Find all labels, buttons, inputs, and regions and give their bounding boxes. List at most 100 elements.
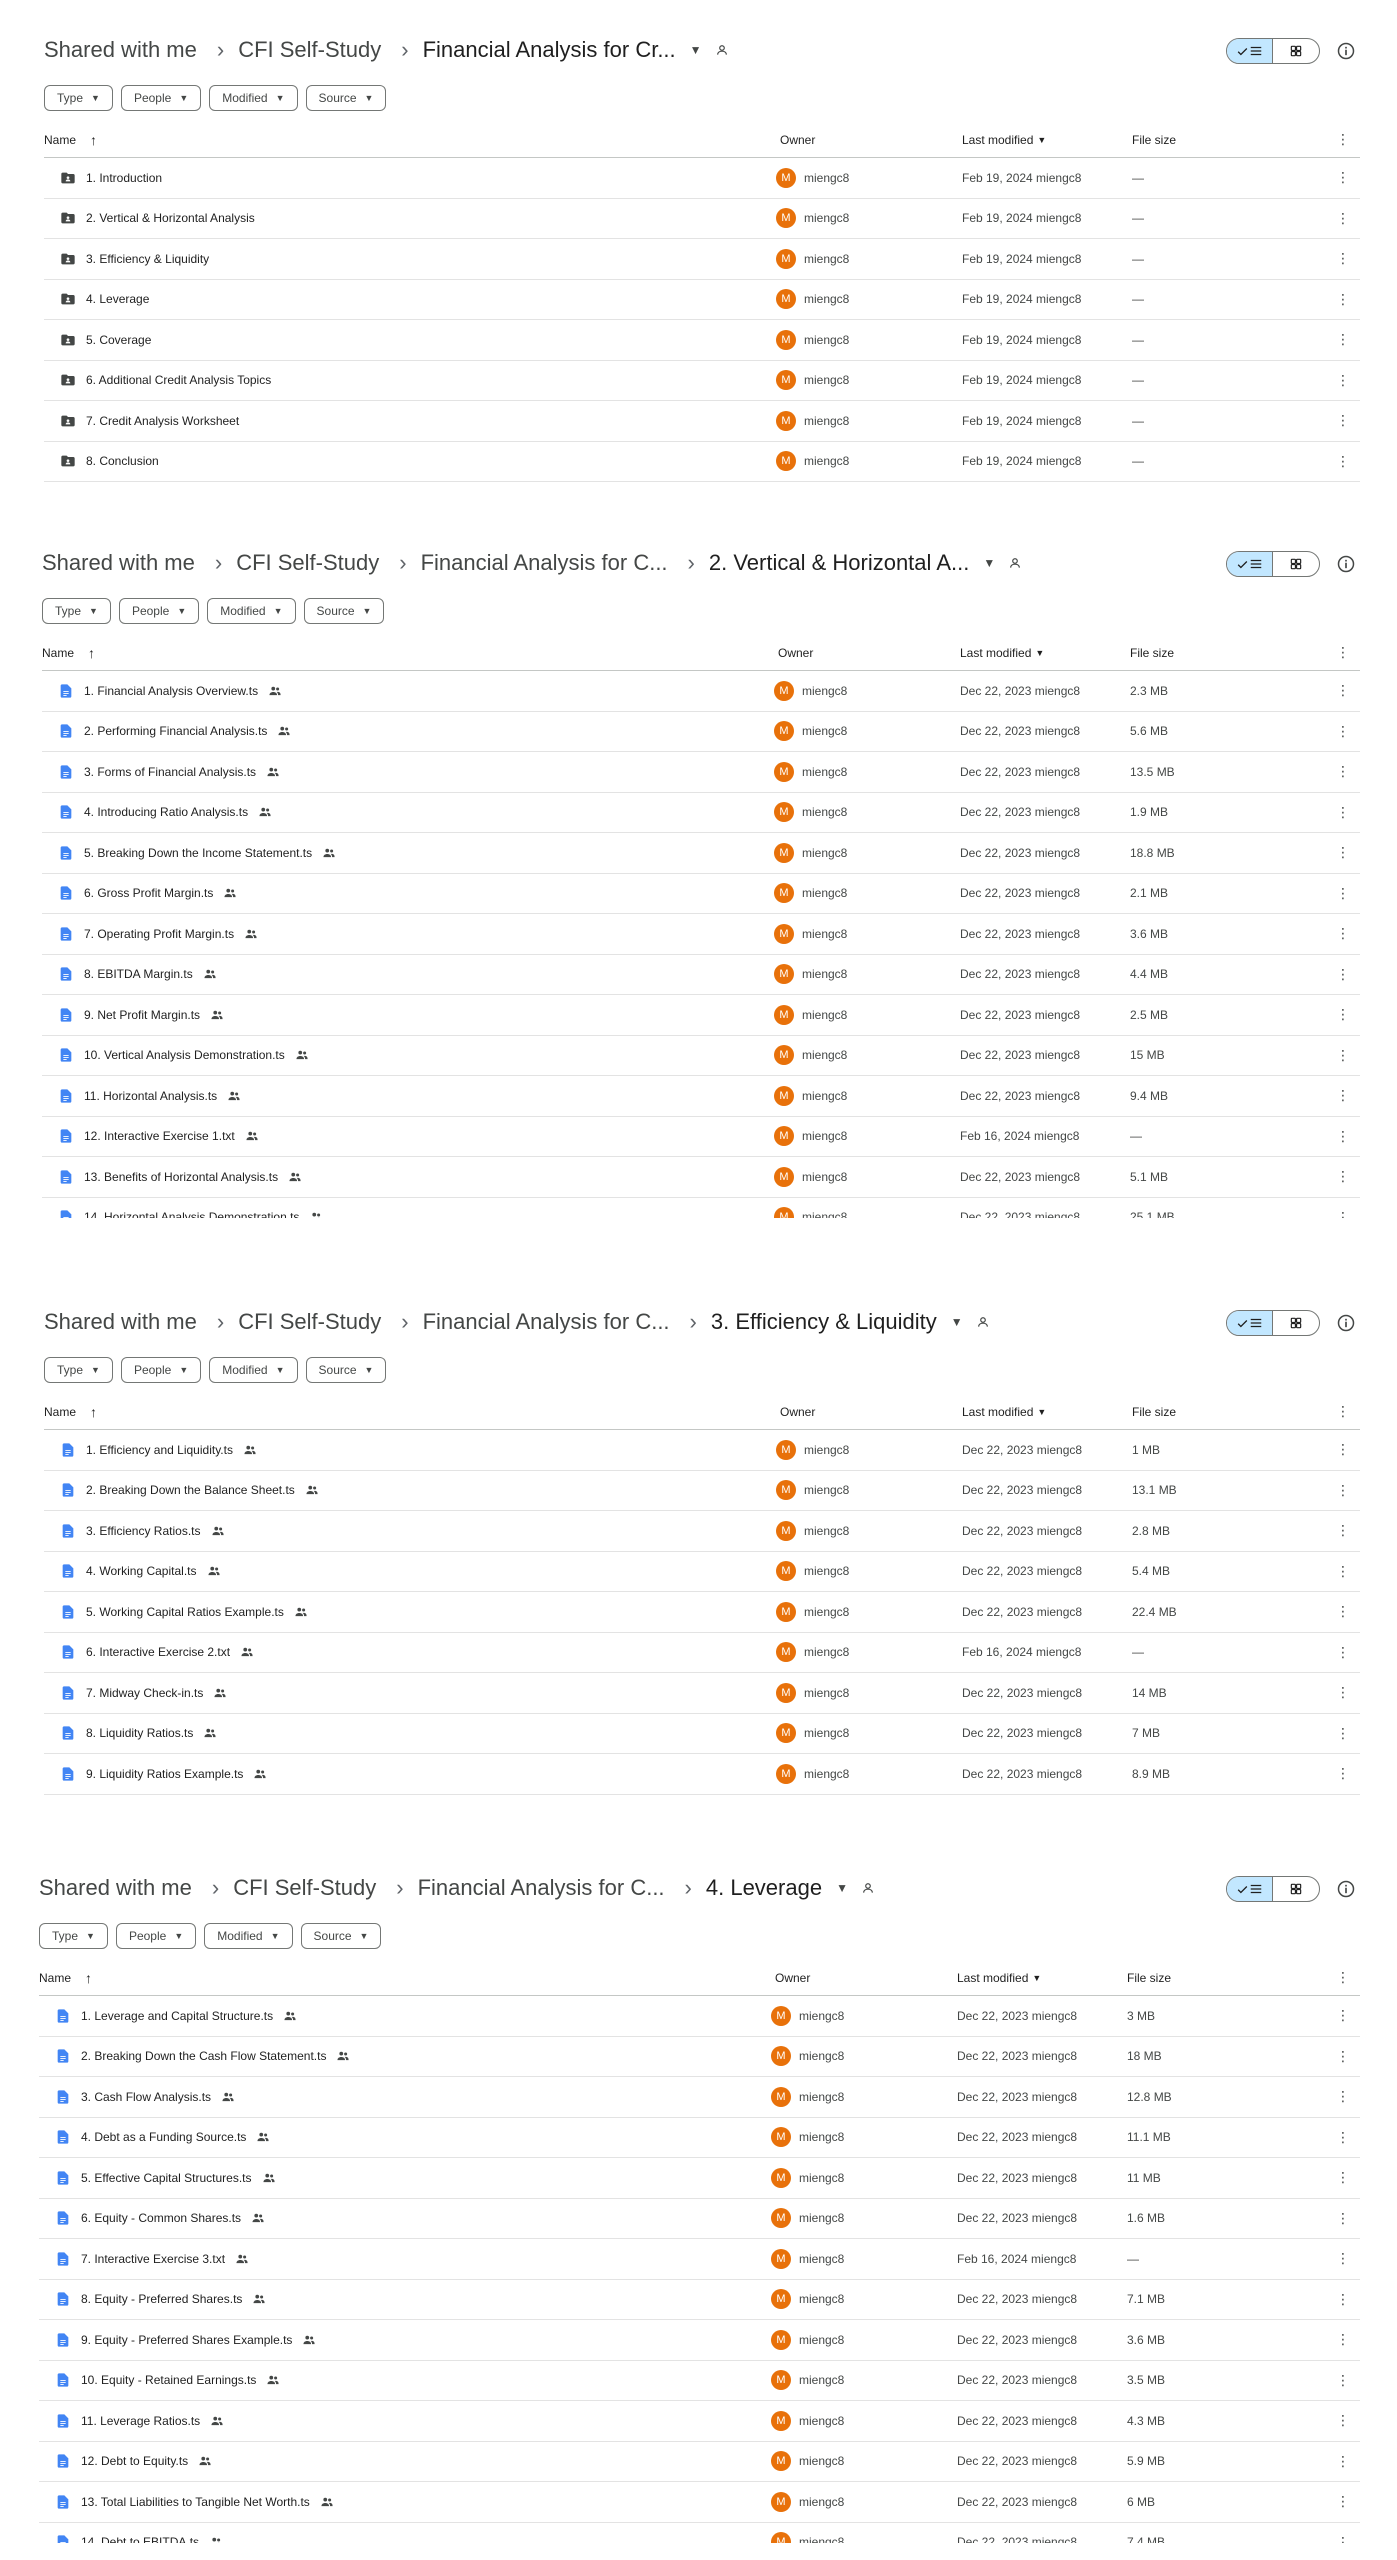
column-name[interactable]: Name ↑: [44, 132, 97, 148]
table-row[interactable]: 2. Breaking Down the Cash Flow Statement…: [39, 2037, 1360, 2077]
filter-chip-modified[interactable]: Modified ▼: [209, 85, 298, 111]
filter-chip-source[interactable]: Source ▼: [300, 1923, 382, 1949]
table-row[interactable]: 5. Breaking Down the Income Statement.ts…: [42, 833, 1360, 874]
more-vert-icon[interactable]: ⋮: [1336, 1128, 1350, 1145]
column-last-modified[interactable]: Last modified ▼: [957, 1971, 1041, 1985]
table-row[interactable]: 8. Liquidity Ratios.ts Mmiengc8 Dec 22, 20…: [44, 1714, 1360, 1754]
more-vert-icon[interactable]: ⋮: [1336, 2331, 1350, 2348]
table-row[interactable]: 5. Effective Capital Structures.ts Mmieng…: [39, 2158, 1360, 2199]
breadcrumb-item[interactable]: Shared with me: [40, 1309, 207, 1335]
table-row[interactable]: 3. Efficiency Ratios.ts Mmiengc8 Dec 22, 2…: [44, 1511, 1360, 1552]
table-row[interactable]: 4. Working Capital.ts Mmiengc8 Dec 22, 202…: [44, 1552, 1360, 1592]
breadcrumb-item[interactable]: Shared with me: [35, 1875, 202, 1901]
table-row[interactable]: 10. Vertical Analysis Demonstration.ts Mm…: [42, 1036, 1360, 1076]
breadcrumb-item[interactable]: CFI Self-Study: [232, 550, 389, 576]
more-vert-icon[interactable]: ⋮: [1336, 250, 1350, 267]
column-last-modified[interactable]: Last modified ▼: [960, 646, 1044, 660]
more-vert-icon[interactable]: ⋮: [1336, 2372, 1350, 2389]
more-vert-icon[interactable]: ⋮: [1336, 169, 1350, 186]
more-vert-icon[interactable]: ⋮: [1336, 453, 1350, 470]
more-vert-icon[interactable]: ⋮: [1336, 1522, 1350, 1539]
caret-down-icon[interactable]: ▼: [832, 1881, 860, 1895]
grid-view-button[interactable]: [1273, 39, 1319, 63]
breadcrumb-item[interactable]: Shared with me: [38, 550, 205, 576]
more-vert-icon[interactable]: ⋮: [1336, 2169, 1350, 2186]
filter-chip-people[interactable]: People ▼: [118, 598, 200, 624]
more-vert-icon[interactable]: ⋮: [1336, 804, 1350, 821]
info-icon[interactable]: [1336, 41, 1356, 61]
column-last-modified[interactable]: Last modified ▼: [962, 133, 1046, 147]
info-icon[interactable]: [1336, 1313, 1356, 1333]
table-row[interactable]: 2. Breaking Down the Balance Sheet.ts Mmi…: [44, 1471, 1360, 1511]
filter-chip-people[interactable]: People ▼: [120, 1357, 202, 1383]
column-name[interactable]: Name ↑: [39, 1970, 92, 1986]
more-vert-icon[interactable]: ⋮: [1336, 2412, 1350, 2429]
more-vert-icon[interactable]: ⋮: [1336, 1644, 1350, 1661]
more-vert-icon[interactable]: ⋮: [1336, 412, 1350, 429]
caret-down-icon[interactable]: ▼: [979, 556, 1007, 570]
table-row[interactable]: 14. Horizontal Analysis Demonstration.ts…: [42, 1198, 1360, 1218]
more-vert-icon[interactable]: ⋮: [1336, 644, 1350, 661]
table-row[interactable]: 12. Debt to Equity.ts Mmiengc8 Dec 22, 202…: [39, 2442, 1360, 2482]
table-row[interactable]: 7. Operating Profit Margin.ts Mmiengc8 Dec…: [42, 914, 1360, 955]
table-row[interactable]: 9. Net Profit Margin.ts Mmiengc8 Dec 22, 2…: [42, 995, 1360, 1036]
info-icon[interactable]: [1336, 554, 1356, 574]
breadcrumb-item[interactable]: Financial Analysis for Cr...: [419, 37, 686, 63]
table-row[interactable]: 4. Leverage Mmiengc8 Feb 19, 2024 miengc8 —…: [44, 280, 1360, 320]
more-vert-icon[interactable]: ⋮: [1336, 372, 1350, 389]
more-vert-icon[interactable]: ⋮: [1336, 2493, 1350, 2510]
table-row[interactable]: 1. Leverage and Capital Structure.ts Mmie…: [39, 1996, 1360, 2037]
more-vert-icon[interactable]: ⋮: [1336, 2534, 1350, 2543]
breadcrumb-item[interactable]: Shared with me: [40, 37, 207, 63]
sort-arrow-up-icon[interactable]: ↑: [85, 1970, 92, 1986]
filter-chip-modified[interactable]: Modified ▼: [204, 1923, 293, 1949]
more-vert-icon[interactable]: ⋮: [1336, 1563, 1350, 1580]
more-vert-icon[interactable]: ⋮: [1336, 1441, 1350, 1458]
breadcrumb-item[interactable]: CFI Self-Study: [229, 1875, 386, 1901]
info-icon[interactable]: [1336, 1879, 1356, 1899]
sort-arrow-up-icon[interactable]: ↑: [88, 645, 95, 661]
table-row[interactable]: 10. Equity - Retained Earnings.ts Mmiengc…: [39, 2361, 1360, 2401]
more-vert-icon[interactable]: ⋮: [1336, 723, 1350, 740]
table-row[interactable]: 6. Interactive Exercise 2.txt Mmiengc8 Feb…: [44, 1633, 1360, 1673]
grid-view-button[interactable]: [1273, 1311, 1319, 1335]
more-vert-icon[interactable]: ⋮: [1336, 210, 1350, 227]
filter-chip-source[interactable]: Source ▼: [305, 85, 387, 111]
table-row[interactable]: 5. Working Capital Ratios Example.ts Mmie…: [44, 1592, 1360, 1633]
breadcrumb-item[interactable]: Financial Analysis for C...: [419, 1309, 680, 1335]
more-vert-icon[interactable]: ⋮: [1336, 331, 1350, 348]
table-row[interactable]: 8. EBITDA Margin.ts Mmiengc8 Dec 22, 2023 …: [42, 955, 1360, 995]
more-vert-icon[interactable]: ⋮: [1336, 1209, 1350, 1218]
table-row[interactable]: 6. Gross Profit Margin.ts Mmiengc8 Dec 22,…: [42, 874, 1360, 914]
table-row[interactable]: 7. Credit Analysis Worksheet Mmiengc8 Feb …: [44, 401, 1360, 442]
filter-chip-source[interactable]: Source ▼: [305, 1357, 387, 1383]
column-last-modified[interactable]: Last modified ▼: [962, 1405, 1046, 1419]
caret-down-icon[interactable]: ▼: [947, 1315, 975, 1329]
more-vert-icon[interactable]: ⋮: [1336, 2210, 1350, 2227]
more-vert-icon[interactable]: ⋮: [1336, 2129, 1350, 2146]
table-row[interactable]: 12. Interactive Exercise 1.txt Mmiengc8 Fe…: [42, 1117, 1360, 1157]
table-row[interactable]: 2. Vertical & Horizontal Analysis Mmiengc…: [44, 199, 1360, 239]
more-vert-icon[interactable]: ⋮: [1336, 2250, 1350, 2267]
filter-chip-type[interactable]: Type ▼: [44, 1357, 113, 1383]
more-vert-icon[interactable]: ⋮: [1336, 763, 1350, 780]
more-vert-icon[interactable]: ⋮: [1336, 2007, 1350, 2024]
table-row[interactable]: 6. Equity - Common Shares.ts Mmiengc8 Dec …: [39, 2199, 1360, 2239]
table-row[interactable]: 13. Benefits of Horizontal Analysis.ts Mm…: [42, 1157, 1360, 1198]
table-row[interactable]: 13. Total Liabilities to Tangible Net Wo…: [39, 2482, 1360, 2523]
more-vert-icon[interactable]: ⋮: [1336, 2453, 1350, 2470]
list-view-button[interactable]: [1227, 39, 1273, 63]
table-row[interactable]: 3. Efficiency & Liquidity Mmiengc8 Feb 19,…: [44, 239, 1360, 280]
caret-down-icon[interactable]: ▼: [686, 43, 714, 57]
more-vert-icon[interactable]: ⋮: [1336, 885, 1350, 902]
breadcrumb-item[interactable]: 4. Leverage: [702, 1875, 832, 1901]
more-vert-icon[interactable]: ⋮: [1336, 2291, 1350, 2308]
more-vert-icon[interactable]: ⋮: [1336, 2088, 1350, 2105]
table-row[interactable]: 11. Leverage Ratios.ts Mmiengc8 Dec 22, 20…: [39, 2401, 1360, 2442]
list-view-button[interactable]: [1227, 1311, 1273, 1335]
column-name[interactable]: Name ↑: [42, 645, 95, 661]
sort-arrow-up-icon[interactable]: ↑: [90, 1404, 97, 1420]
more-vert-icon[interactable]: ⋮: [1336, 1969, 1350, 1986]
more-vert-icon[interactable]: ⋮: [1336, 2048, 1350, 2065]
table-row[interactable]: 1. Efficiency and Liquidity.ts Mmiengc8 De…: [44, 1430, 1360, 1471]
